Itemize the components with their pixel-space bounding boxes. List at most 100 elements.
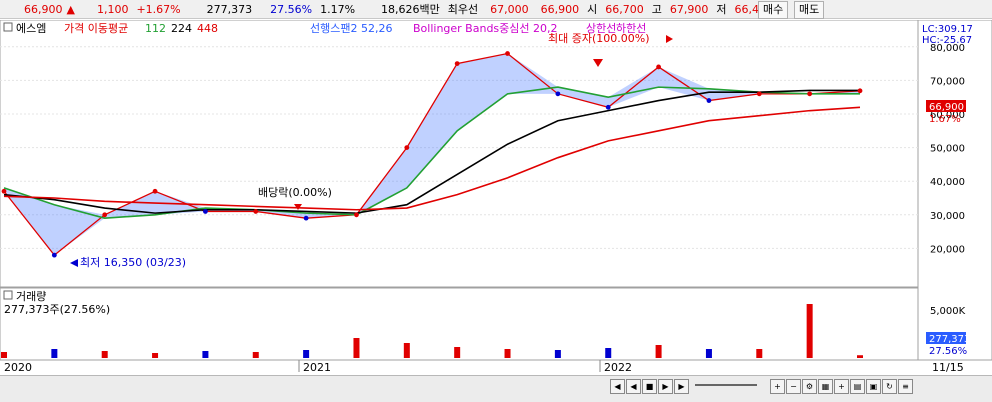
price-tick-label: 70,000 [930, 76, 965, 87]
stock-chart[interactable]: 80,00070,00060,00050,00040,00030,00020,0… [0, 20, 992, 375]
crosshair-icon[interactable]: + [834, 379, 849, 394]
ratio-value: 1.17% [320, 2, 356, 16]
high-label: 고 [651, 3, 662, 16]
step-right-icon[interactable]: ▶ [658, 379, 673, 394]
price-tick-label: 20,000 [930, 244, 965, 255]
price-change: 1,100 [96, 2, 129, 16]
volume-current-tag-value: 277,373 [929, 334, 970, 345]
price-point [152, 188, 158, 194]
price-change-pct: +1.67% [136, 2, 181, 16]
legend-ma-label: 가격 이동평균 [64, 22, 128, 35]
current-price-tag-pct: 1.67% [929, 114, 961, 125]
volume-current-tag-pct: 27.56% [929, 346, 967, 357]
ask-label: 최우선 [447, 3, 479, 16]
price-point [706, 98, 712, 103]
legend-stock: 에스엠 [16, 22, 46, 35]
price-point [404, 145, 410, 150]
volume-axis-tick: 5,000K [930, 306, 966, 317]
stop-icon[interactable]: ■ [642, 379, 657, 394]
volume-bar [554, 350, 561, 358]
volume-bar [51, 349, 58, 358]
low-marker-label: 최저 16,350 (03/23) [80, 256, 186, 269]
volume-bar [705, 349, 712, 358]
legend-ma1: 112 [145, 22, 166, 35]
price-point [303, 215, 309, 221]
up-arrow-icon: ▲ [66, 2, 75, 16]
volume-bar [403, 343, 410, 358]
time-label-2022: 2022 [604, 361, 632, 374]
time-label-end: 11/15 [932, 361, 964, 374]
time-label-2020: 2020 [4, 361, 32, 374]
high-marker-label: 최대 증자(100.00%) [548, 32, 650, 45]
lc-label: LC:309.17 [922, 24, 973, 35]
volume-bar [152, 353, 159, 358]
price-tick-label: 30,000 [930, 211, 965, 222]
volume-value-label: 277,373주(27.56%) [4, 303, 110, 316]
price-point [354, 212, 359, 218]
price-point [505, 51, 510, 56]
time-label-2021: 2021 [303, 361, 331, 374]
volume-bar [1, 352, 7, 358]
volume-bar [806, 304, 813, 358]
legend-ma3: 448 [197, 22, 218, 35]
price-point [253, 209, 259, 214]
grid-icon[interactable]: ▦ [818, 379, 833, 394]
legend-ma2: 224 [171, 22, 192, 35]
volume-value: 277,373 [206, 2, 253, 16]
buy-button[interactable]: 매수 [758, 1, 789, 19]
dividend-label: 배당락(0.00%) [258, 186, 332, 199]
volume-bar [454, 347, 461, 358]
low-label: 저 [716, 3, 727, 16]
volume-bar [655, 345, 662, 358]
price-point [807, 91, 813, 97]
price-point [756, 91, 762, 97]
zoom-in-icon[interactable]: + [770, 379, 785, 394]
ask-value: 67,000 [490, 2, 529, 16]
amount-value: 18,626백만 [381, 3, 440, 16]
step-left-icon[interactable]: ◀ [626, 379, 641, 394]
volume-bar [605, 348, 612, 358]
legend-bollinger: Bollinger Bands중심선 20,2 [413, 22, 558, 35]
price-point [454, 61, 460, 66]
volume-bar [202, 351, 209, 358]
price-point [1, 188, 7, 194]
volume-bar [857, 355, 863, 358]
price-panel [0, 20, 919, 288]
price-point [51, 252, 57, 258]
bid-value: 66,900 [540, 2, 580, 16]
price-tick-label: 50,000 [930, 144, 965, 155]
hc-label: HC:-25.67 [922, 35, 972, 46]
settings-icon[interactable]: ⚙ [802, 379, 817, 394]
price-tick-label: 40,000 [930, 177, 965, 188]
volume-bar [303, 350, 310, 358]
menu-icon[interactable]: ≡ [898, 379, 913, 394]
current-price: 66,900 [24, 2, 63, 16]
open-label: 시 [587, 3, 598, 16]
refresh-icon[interactable]: ↻ [882, 379, 897, 394]
volume-bar [252, 352, 259, 358]
print-icon[interactable]: ▤ [850, 379, 865, 394]
quote-bar: 66,900 ▲ 1,100 +1.67% 277,373 27.56% 1.1… [0, 0, 992, 19]
price-point [656, 64, 661, 70]
save-icon[interactable]: ▣ [866, 379, 881, 394]
price-point [857, 88, 863, 94]
volume-bar [504, 349, 511, 358]
current-price-tag-value: 66,900 [929, 102, 964, 113]
legend-ichimoku: 선행스팬2 52,26 [310, 22, 392, 35]
price-point [102, 212, 108, 218]
scroll-right-icon[interactable]: ▶ [674, 379, 689, 394]
volume-bar [353, 338, 360, 358]
volume-bar [756, 349, 763, 358]
price-point [555, 91, 561, 97]
turnover-value: 27.56% [270, 2, 313, 16]
volume-title: 거래량 [16, 290, 46, 303]
open-value: 66,700 [605, 2, 644, 16]
sell-button[interactable]: 매도 [794, 1, 825, 19]
price-point [203, 209, 208, 214]
scroll-left-icon[interactable]: ◀ [610, 379, 625, 394]
zoom-slider[interactable] [695, 384, 757, 386]
zoom-out-icon[interactable]: − [786, 379, 801, 394]
volume-bar [101, 351, 108, 358]
price-point [605, 104, 611, 110]
high-value: 67,900 [669, 2, 709, 16]
